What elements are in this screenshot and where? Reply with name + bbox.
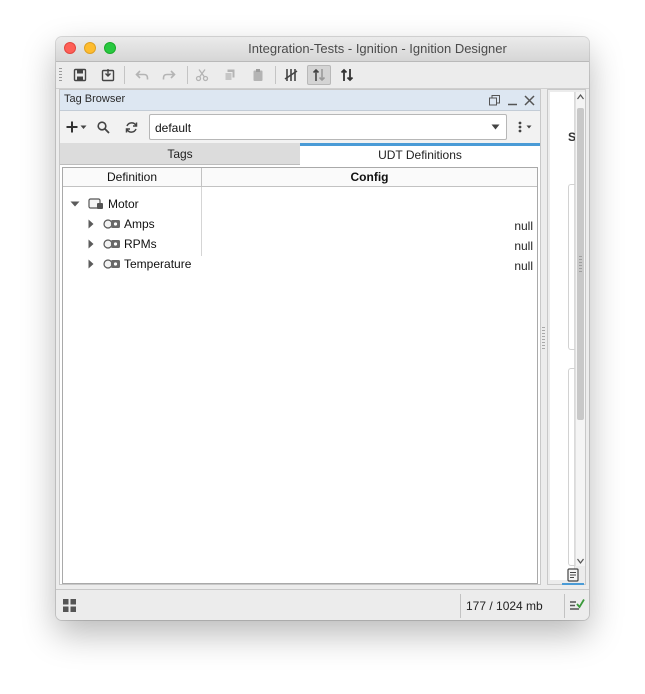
restore-icon bbox=[488, 94, 500, 105]
tab-udt-definitions[interactable]: UDT Definitions bbox=[300, 143, 540, 165]
refresh-button[interactable] bbox=[122, 118, 140, 136]
udt-tree-table: Definition Config Motor Amps null RPMs n… bbox=[62, 167, 538, 584]
tag-browser-tabs: Tags UDT Definitions bbox=[60, 143, 540, 165]
cut-icon bbox=[195, 69, 209, 82]
designer-window: Integration-Tests - Ignition - Ignition … bbox=[56, 37, 589, 620]
comms-read-only-icon bbox=[312, 68, 326, 82]
tag-provider-dropdown[interactable]: default bbox=[149, 114, 507, 140]
status-divider bbox=[460, 594, 461, 618]
tag-browser-panel: Tag Browser default Tags UDT Definitions… bbox=[59, 89, 541, 585]
minimize-window-button[interactable] bbox=[84, 42, 96, 54]
tab-tags[interactable]: Tags bbox=[60, 143, 300, 165]
tag-provider-value: default bbox=[155, 121, 192, 135]
copy-button[interactable] bbox=[218, 65, 242, 85]
tree-row-rpms[interactable]: RPMs null bbox=[63, 234, 537, 254]
column-header-config[interactable]: Config bbox=[202, 168, 537, 186]
toolbar-separator bbox=[124, 66, 125, 84]
save-all-icon bbox=[101, 69, 115, 82]
udt-member-icon bbox=[103, 259, 120, 269]
udt-definition-icon bbox=[88, 198, 103, 209]
tag-browser-toolbar: default bbox=[60, 111, 540, 143]
scroll-up-icon[interactable] bbox=[577, 94, 584, 100]
more-vertical-icon bbox=[518, 121, 522, 133]
undo-button[interactable] bbox=[130, 65, 154, 85]
config-value: null bbox=[514, 239, 533, 253]
minimize-icon bbox=[507, 103, 517, 105]
udt-member-icon bbox=[103, 239, 120, 249]
status-divider bbox=[564, 594, 565, 618]
scrollbar-thumb[interactable] bbox=[577, 108, 584, 420]
udt-member-icon bbox=[103, 219, 120, 229]
title-bar[interactable]: Integration-Tests - Ignition - Ignition … bbox=[56, 37, 589, 62]
tree-row-temperature[interactable]: Temperature null bbox=[63, 254, 537, 274]
tree-row-motor[interactable]: Motor bbox=[63, 194, 537, 214]
paste-icon bbox=[253, 69, 263, 81]
tree-item-label: Temperature bbox=[124, 257, 192, 271]
close-panel-button[interactable] bbox=[521, 92, 537, 108]
tree-row-amps[interactable]: Amps null bbox=[63, 214, 537, 234]
toolbar-separator bbox=[275, 66, 276, 84]
right-side-panel: S bbox=[547, 89, 586, 585]
grid-icon[interactable] bbox=[62, 598, 77, 613]
status-bar: 177 / 1024 mb bbox=[56, 589, 589, 620]
chevron-down-icon bbox=[491, 124, 500, 130]
config-value: null bbox=[514, 259, 533, 273]
cut-button[interactable] bbox=[190, 65, 214, 85]
active-tab-indicator bbox=[562, 583, 584, 585]
panel-title: Tag Browser bbox=[64, 93, 126, 105]
tree-item-label: RPMs bbox=[124, 237, 157, 251]
plus-icon bbox=[66, 121, 77, 133]
search-tags-button[interactable] bbox=[94, 118, 112, 136]
paste-button[interactable] bbox=[246, 65, 270, 85]
save-button[interactable] bbox=[68, 65, 92, 85]
toolbar-separator bbox=[187, 66, 188, 84]
scroll-down-icon[interactable] bbox=[577, 558, 584, 564]
expanded-arrow-icon[interactable] bbox=[70, 201, 80, 207]
panel-splitter[interactable] bbox=[542, 89, 546, 585]
tree-item-label: Motor bbox=[108, 197, 139, 211]
undo-icon bbox=[135, 70, 149, 80]
redo-icon bbox=[162, 70, 176, 80]
document-icon bbox=[567, 568, 579, 582]
tag-browser-header: Tag Browser bbox=[60, 90, 540, 111]
splitter-grip[interactable] bbox=[542, 327, 545, 349]
window-title: Integration-Tests - Ignition - Ignition … bbox=[248, 41, 507, 56]
toolbar-grip[interactable] bbox=[59, 68, 62, 82]
property-editor-tab[interactable] bbox=[563, 568, 583, 584]
chevron-down-icon bbox=[526, 125, 532, 129]
close-icon bbox=[523, 94, 535, 106]
zoom-window-button[interactable] bbox=[104, 42, 116, 54]
comms-read-only-button[interactable] bbox=[307, 65, 331, 85]
collapsed-arrow-icon[interactable] bbox=[88, 219, 94, 229]
save-all-button[interactable] bbox=[96, 65, 120, 85]
refresh-icon bbox=[125, 121, 137, 133]
table-header: Definition Config bbox=[63, 168, 537, 187]
config-value: null bbox=[514, 219, 533, 233]
add-tag-button[interactable] bbox=[64, 118, 88, 136]
search-icon bbox=[96, 120, 110, 134]
chevron-down-icon bbox=[80, 125, 86, 129]
comms-read-write-icon bbox=[340, 68, 354, 82]
copy-icon bbox=[224, 69, 235, 81]
collapsed-arrow-icon[interactable] bbox=[88, 239, 94, 249]
more-options-button[interactable] bbox=[515, 118, 535, 136]
tree-item-label: Amps bbox=[124, 217, 155, 231]
redo-button[interactable] bbox=[157, 65, 181, 85]
comms-off-button[interactable] bbox=[279, 65, 303, 85]
comms-read-write-button[interactable] bbox=[335, 65, 359, 85]
check-icon[interactable] bbox=[569, 598, 585, 613]
comms-off-icon bbox=[284, 69, 298, 81]
save-icon bbox=[73, 68, 87, 82]
main-toolbar bbox=[56, 62, 589, 89]
scrollbar-grip bbox=[579, 256, 582, 274]
float-panel-button[interactable] bbox=[486, 92, 502, 108]
column-header-definition[interactable]: Definition bbox=[63, 168, 202, 186]
close-window-button[interactable] bbox=[64, 42, 76, 54]
vertical-scrollbar[interactable] bbox=[575, 92, 585, 566]
collapsed-arrow-icon[interactable] bbox=[88, 259, 94, 269]
memory-usage[interactable]: 177 / 1024 mb bbox=[466, 599, 543, 613]
minimize-panel-button[interactable] bbox=[504, 92, 520, 108]
